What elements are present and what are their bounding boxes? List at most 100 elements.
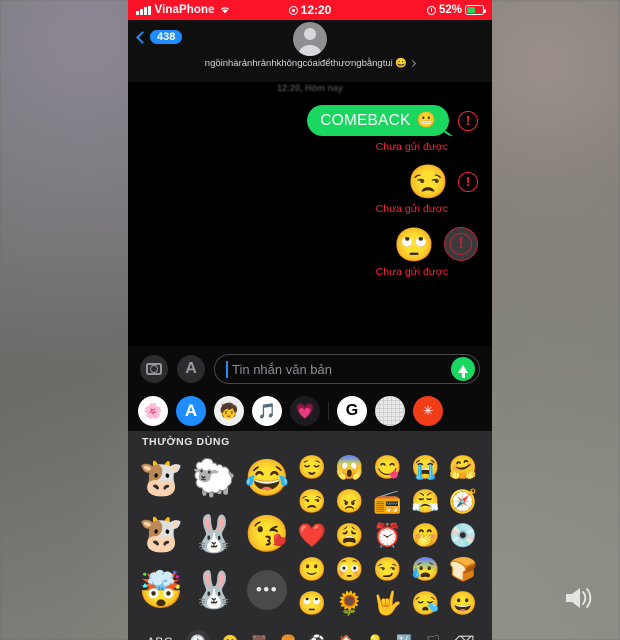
google-glyph: G (345, 402, 359, 419)
battery-percent: 52% (438, 4, 462, 16)
signal-bars-icon (136, 5, 151, 15)
text-caret (226, 360, 228, 378)
app-store-icon[interactable]: A (176, 396, 206, 426)
emoji-item[interactable]: 🌻 (331, 586, 369, 620)
music-app-icon[interactable]: 🎵 (252, 396, 282, 426)
memoji-sticker[interactable]: 🐰 (191, 511, 237, 557)
memoji-sticker[interactable]: 😂 (244, 455, 290, 501)
emoji-category-bar: ABC 🕐 🙂 🐻 🍔 ⚽ 🏠 💡 🔣 🏳 ⌫ (128, 625, 492, 640)
emoji-item[interactable]: 🤗 (444, 450, 482, 484)
error-exclamation-icon[interactable]: ! (444, 227, 478, 261)
emoji-item[interactable]: ❤️ (293, 518, 331, 552)
objects-emoji-tab[interactable]: 💡 (361, 630, 390, 640)
message-input-bar: A Tin nhắn văn bản (128, 346, 492, 393)
memoji-row: 🐮 🐰 😘 (138, 506, 293, 562)
keyboard-body: 🐮 🐑 😂 🐮 🐰 😘 🤯 🐰 ••• 😌 😱 😋 😭 🤗 😒 😠 📻 😤 🧭 … (128, 450, 492, 620)
emoji-item[interactable]: 😀 (444, 586, 482, 620)
memoji-row: 🐮 🐑 😂 (138, 450, 293, 506)
emoji-item[interactable]: 🤭 (406, 518, 444, 552)
camera-icon (146, 363, 162, 375)
avatar (293, 22, 327, 56)
emoji-item[interactable]: 😩 (331, 518, 369, 552)
emoji-item[interactable]: 😌 (293, 450, 331, 484)
emoji-item[interactable]: 😋 (369, 450, 407, 484)
contact-name-row: ngồinhàrảnhrảnhkhôngcóaiđểthươngbằngtui … (204, 58, 417, 69)
emoji-item[interactable]: 😰 (406, 552, 444, 586)
digital-touch-glyph: 💗 (295, 403, 315, 420)
emoji-item[interactable]: 😱 (331, 450, 369, 484)
imessage-app-drawer: 🌸 A 🧒 🎵 💗 G ✳ (128, 393, 492, 431)
message-row: COMEBACK 😬 ! (142, 105, 478, 136)
contact-info[interactable]: ngồinhàrảnhrảnhkhôngcóaiđểthươngbằngtui … (128, 22, 492, 69)
emoji-item[interactable]: 🙄 (293, 586, 331, 620)
memoji-sticker[interactable]: 🐑 (191, 455, 237, 501)
send-button[interactable] (451, 357, 475, 381)
keyboard-section-title: THƯỜNG DÙNG (142, 436, 230, 448)
flags-emoji-tab[interactable]: 🏳 (419, 630, 448, 640)
contact-name: ngồinhàrảnhrảnhkhôngcóaiđểthươngbằngtui … (204, 58, 408, 69)
grid-keyboard-icon[interactable] (375, 396, 405, 426)
emoji-item[interactable]: 😠 (331, 484, 369, 518)
message-emoji[interactable]: 🙄 (394, 228, 435, 261)
message-emoji[interactable]: 😒 (408, 165, 449, 198)
carrier-label: VinaPhone (154, 4, 215, 16)
recent-emoji-tab[interactable]: 🕐 (186, 630, 210, 640)
emoji-item[interactable]: 🍞 (444, 552, 482, 586)
status-bar: VinaPhone 12:20 52% (128, 0, 492, 20)
message-input-placeholder: Tin nhắn văn bản (232, 361, 332, 377)
emoji-item[interactable]: 😏 (369, 552, 407, 586)
memoji-sticker[interactable]: 🤯 (138, 567, 184, 613)
symbols-emoji-tab[interactable]: 🔣 (390, 630, 419, 640)
status-right: 52% (426, 4, 486, 16)
lock-icon (426, 5, 436, 15)
emoji-grid: 😌 😱 😋 😭 🤗 😒 😠 📻 😤 🧭 ❤️ 😩 ⏰ 🤭 💿 🙂 😳 😏 😰 🍞… (293, 450, 482, 620)
emoji-item[interactable]: 😤 (406, 484, 444, 518)
error-exclamation-icon[interactable]: ! (458, 171, 478, 192)
backspace-icon[interactable]: ⌫ (448, 633, 480, 640)
emoji-item[interactable]: 🤟 (369, 586, 407, 620)
emoji-item[interactable]: 💿 (444, 518, 482, 552)
memoji-sticker[interactable]: 🐰 (191, 567, 237, 613)
emoji-item[interactable]: 📻 (369, 484, 407, 518)
volume-speaker-icon (556, 578, 602, 618)
travel-emoji-tab[interactable]: 🏠 (332, 630, 361, 640)
food-emoji-tab[interactable]: 🍔 (274, 630, 303, 640)
emoji-item[interactable]: ⏰ (369, 518, 407, 552)
emoji-item[interactable]: 😳 (331, 552, 369, 586)
app-store-icon: A (185, 360, 197, 377)
emoji-item[interactable]: 😒 (293, 484, 331, 518)
battery-icon (465, 5, 486, 15)
memoji-app-icon[interactable]: 🧒 (214, 396, 244, 426)
memoji-row: 🤯 🐰 ••• (138, 562, 293, 618)
conversation-header: 438 ngồinhàrảnhrảnhkhôngcóaiđểthươngbằng… (128, 20, 492, 82)
more-memoji-button[interactable]: ••• (247, 570, 287, 610)
memoji-sticker[interactable]: 🐮 (138, 455, 184, 501)
memoji-sticker[interactable]: 😘 (244, 511, 290, 557)
record-indicator-icon (288, 5, 298, 15)
message-bubble[interactable]: COMEBACK 😬 (307, 105, 449, 136)
smileys-emoji-tab[interactable]: 🙂 (216, 630, 245, 640)
emoji-item[interactable]: 🧭 (444, 484, 482, 518)
camera-button[interactable] (140, 355, 168, 383)
message-status: Chưa gửi được (375, 266, 448, 278)
music-glyph: 🎵 (257, 403, 277, 420)
send-arrow-icon (458, 365, 468, 378)
emoji-item[interactable]: 😭 (406, 450, 444, 484)
memoji-sticker[interactable]: 🐮 (138, 511, 184, 557)
emoji-item[interactable]: 😪 (406, 586, 444, 620)
photos-app-icon[interactable]: 🌸 (138, 396, 168, 426)
activity-emoji-tab[interactable]: ⚽ (303, 630, 332, 640)
digital-touch-icon[interactable]: 💗 (290, 396, 320, 426)
message-row: 🙄 ! (142, 227, 478, 261)
animals-emoji-tab[interactable]: 🐻 (245, 630, 274, 640)
emoji-item[interactable]: 🙂 (293, 552, 331, 586)
emoji-keyboard: THƯỜNG DÙNG 🐮 🐑 😂 🐮 🐰 😘 🤯 🐰 ••• 😌 😱 😋 😭 … (128, 431, 492, 640)
error-exclamation-icon[interactable]: ! (458, 110, 478, 131)
red-app-icon[interactable]: ✳ (413, 396, 443, 426)
abc-keyboard-button[interactable]: ABC (140, 630, 180, 640)
chevron-right-icon (409, 59, 417, 68)
message-input-field[interactable]: Tin nhắn văn bản (214, 354, 480, 384)
google-app-icon[interactable]: G (337, 396, 367, 426)
app-store-button[interactable]: A (177, 355, 205, 383)
drawer-divider (328, 402, 329, 420)
